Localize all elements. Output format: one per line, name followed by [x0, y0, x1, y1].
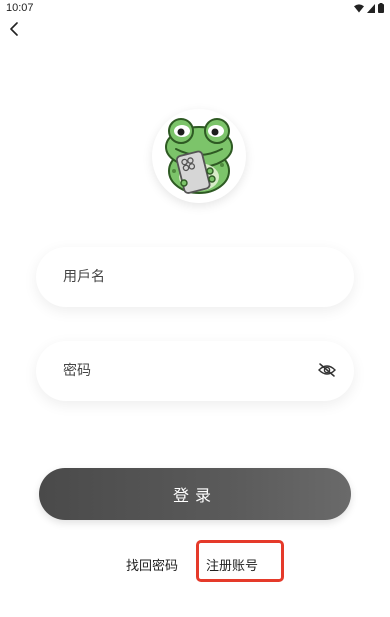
password-visibility-toggle[interactable]	[316, 360, 338, 382]
status-bar: 10:07	[0, 0, 390, 16]
frog-mascot-icon	[154, 109, 244, 203]
eye-off-icon	[318, 362, 336, 381]
cell-signal-icon	[367, 3, 375, 16]
login-button[interactable]: 登录	[39, 468, 351, 520]
status-time: 10:07	[6, 2, 34, 14]
password-input[interactable]	[63, 359, 316, 383]
wifi-icon	[354, 3, 364, 16]
battery-icon	[378, 3, 384, 16]
account-links: 找回密码 注册账号	[0, 540, 390, 586]
username-field[interactable]	[36, 247, 354, 307]
forgot-password-link[interactable]: 找回密码	[126, 555, 178, 574]
username-input[interactable]	[63, 265, 338, 289]
status-icons	[354, 3, 384, 16]
back-button[interactable]	[4, 19, 26, 41]
chevron-left-icon	[9, 21, 21, 40]
register-link[interactable]: 注册账号	[206, 555, 258, 574]
login-screen: 10:07 用戶名 登录 找回密码 注册账号	[0, 0, 390, 617]
app-logo-avatar	[152, 109, 246, 203]
password-field[interactable]	[36, 341, 354, 401]
